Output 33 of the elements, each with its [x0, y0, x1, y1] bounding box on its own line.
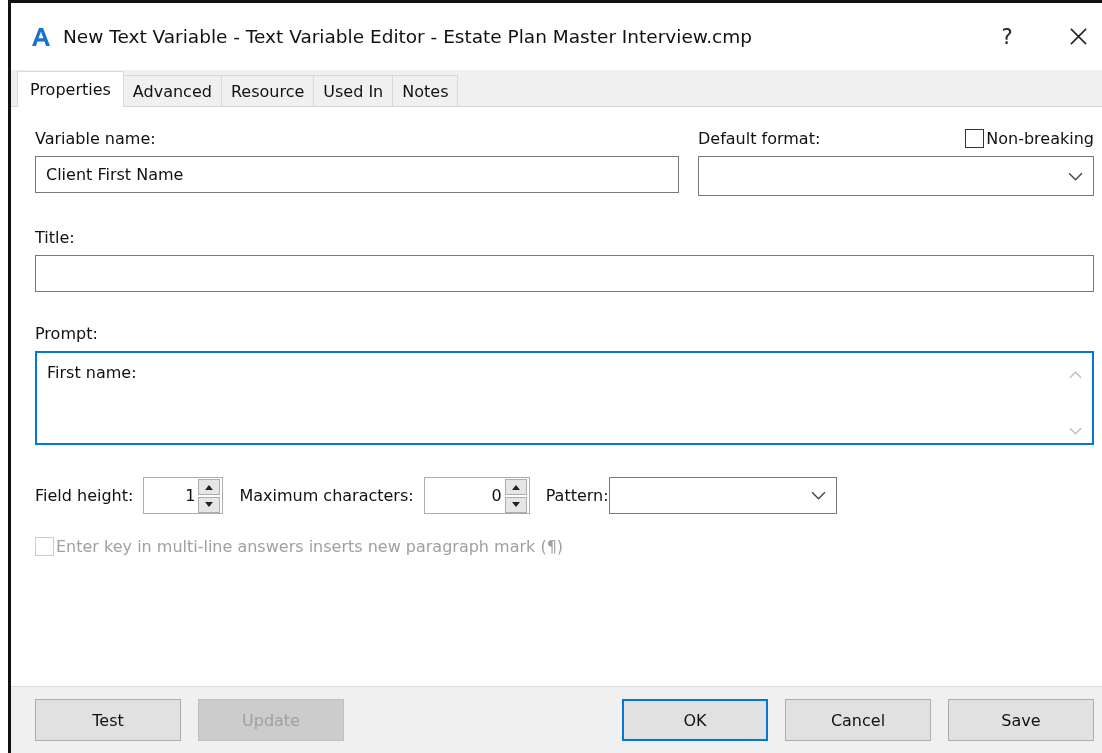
dialog-button[interactable]: Save: [948, 699, 1094, 741]
spin-box[interactable]: 1: [143, 477, 224, 514]
checkbox-label: Non-breaking: [986, 129, 1094, 148]
chevron-down-icon: [1068, 171, 1083, 181]
field-label: Field height:: [35, 486, 134, 505]
spin-box[interactable]: 0: [423, 477, 530, 514]
field-label: Prompt:: [35, 324, 98, 343]
dropdown[interactable]: [608, 477, 837, 514]
spin-down-icon[interactable]: [504, 496, 527, 513]
spin-up-icon[interactable]: [504, 478, 527, 495]
field-label: Title:: [35, 228, 75, 247]
chevron-down-icon: [810, 491, 826, 500]
dropdown[interactable]: [698, 156, 1094, 196]
tab[interactable]: Properties: [17, 71, 124, 107]
spin-down-icon[interactable]: [198, 496, 221, 513]
field-label: Pattern:: [545, 486, 609, 505]
input-field[interactable]: Client First Name: [35, 156, 679, 193]
checkbox[interactable]: [965, 129, 985, 148]
spin-up-icon[interactable]: [198, 478, 221, 495]
field-label: Variable name:: [35, 129, 156, 148]
dialog-button[interactable]: Test: [35, 699, 181, 741]
app-logo-icon: [31, 26, 51, 47]
window-title: New Text Variable - Text Variable Editor - Estate Plan Master Interview.cmp: [63, 26, 753, 47]
checkbox-label: Enter key in multi-line answers inserts new paragraph mark (¶): [56, 537, 564, 556]
field-label: Default format:: [698, 129, 821, 148]
text-area-value: First name:: [47, 363, 137, 384]
dialog-button[interactable]: Cancel: [785, 699, 931, 741]
dialog-button[interactable]: OK: [622, 699, 768, 741]
field-label: Maximum characters:: [239, 486, 414, 505]
tab[interactable]: Notes: [392, 75, 459, 106]
input-field[interactable]: [35, 255, 1094, 292]
close-icon: [1068, 27, 1088, 46]
help-button[interactable]: ?: [992, 24, 1022, 49]
